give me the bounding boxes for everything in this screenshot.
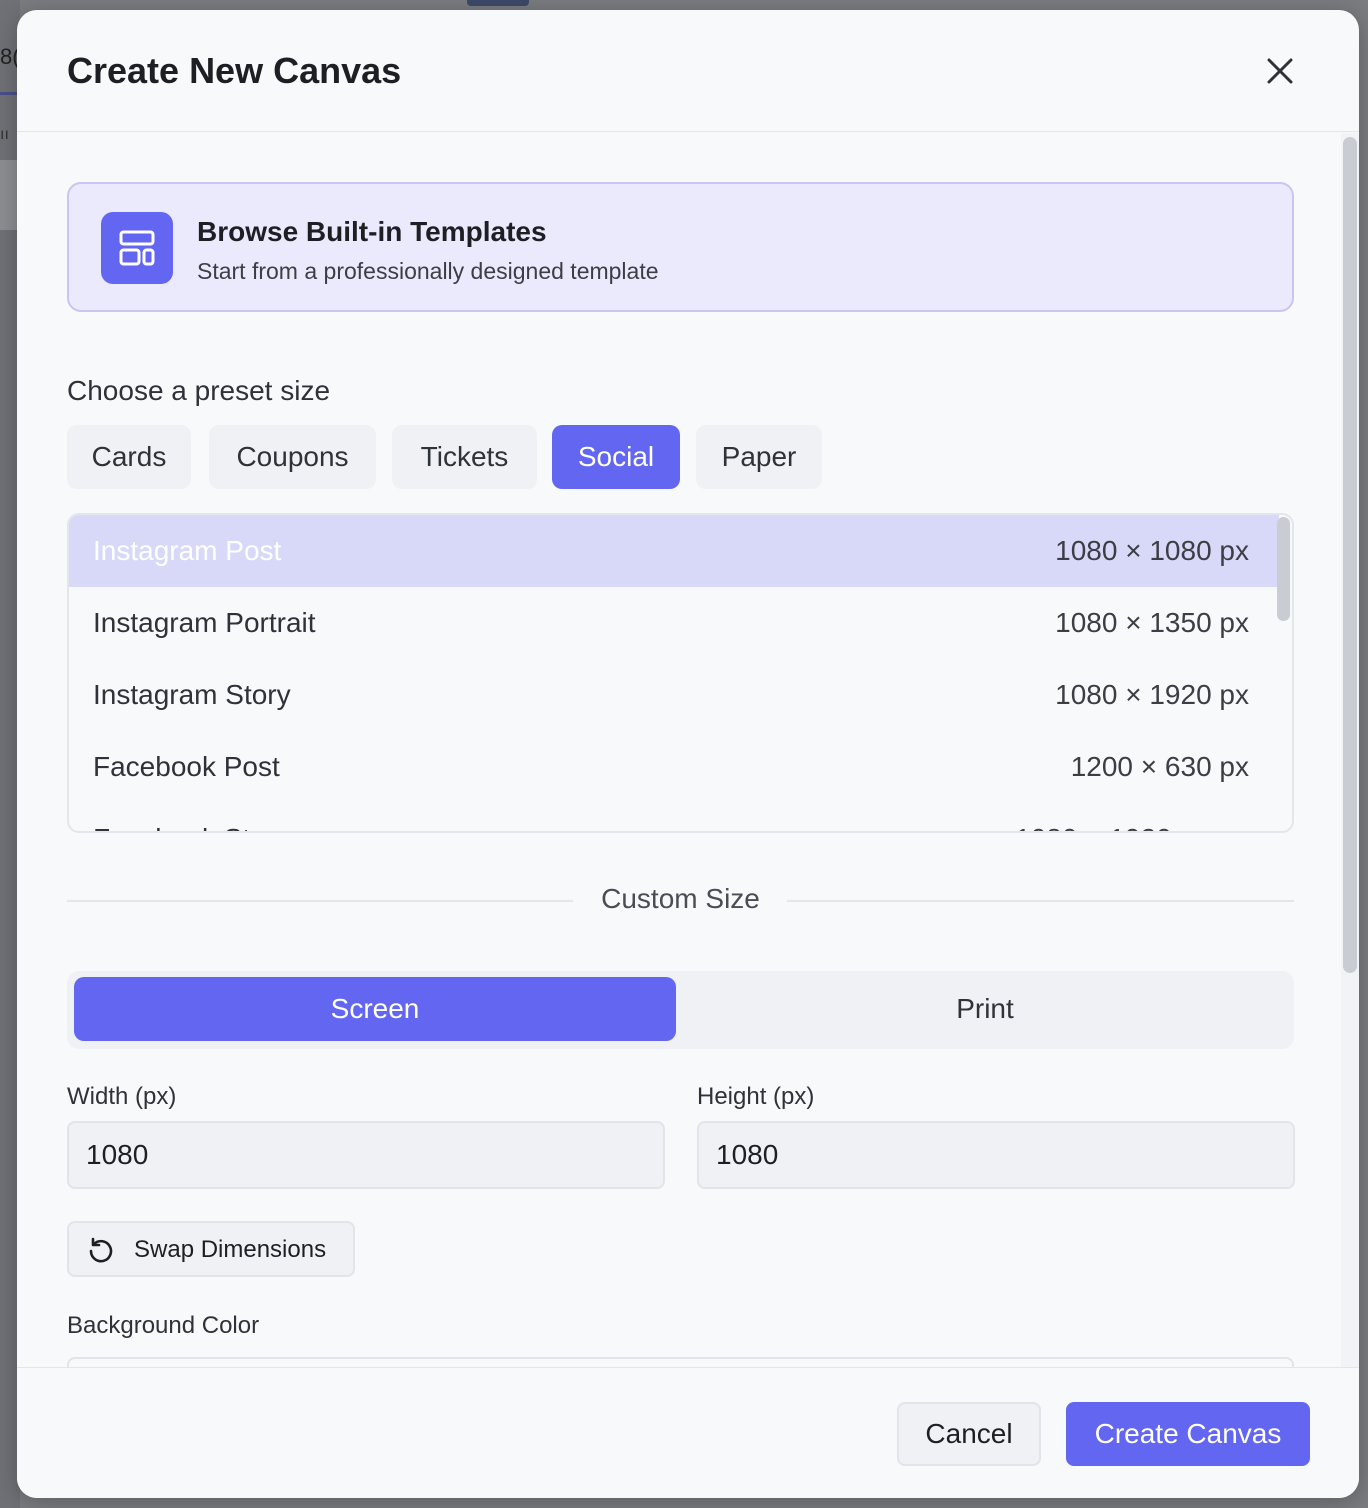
swap-dimensions-button[interactable]: Swap Dimensions [67, 1221, 355, 1277]
preset-section-label: Choose a preset size [67, 375, 331, 406]
preset-name: Instagram Post [93, 535, 282, 566]
preset-item-instagram-post[interactable]: Instagram Post 1080 × 1080 px [69, 515, 1279, 587]
preset-dimensions: 1080 × 1920 px [1015, 823, 1209, 831]
list-scrollbar[interactable] [1277, 517, 1290, 621]
preset-dimensions: 1080 × 1080 px [1055, 535, 1249, 566]
preset-dimensions: 1080 × 1920 px [1055, 679, 1249, 710]
dialog-title: Create New Canvas [67, 50, 402, 91]
browse-templates-card[interactable]: Browse Built-in Templates Start from a p… [67, 182, 1294, 312]
dialog-scrollbar-track [1341, 133, 1359, 1367]
backdrop-tab [467, 0, 529, 6]
dialog-scrollbar-thumb[interactable] [1343, 137, 1357, 973]
unit-mode-toggle: Screen Print [67, 971, 1294, 1049]
rotate-ccw-icon [89, 1237, 113, 1263]
close-button[interactable] [1263, 54, 1297, 88]
tab-coupons[interactable]: Coupons [209, 425, 376, 489]
preset-dimensions: 1080 × 1350 px [1055, 607, 1249, 638]
cancel-button[interactable]: Cancel [897, 1402, 1041, 1466]
preset-name: Facebook Story [93, 823, 289, 831]
swap-dimensions-label: Swap Dimensions [134, 1236, 327, 1263]
preset-name: Facebook Post [93, 751, 280, 782]
preset-name: Instagram Story [93, 679, 291, 710]
dialog-body: Browse Built-in Templates Start from a p… [17, 133, 1359, 1377]
custom-size-divider-label: Custom Size [601, 883, 760, 914]
preset-dimensions: 1200 × 630 px [1070, 751, 1249, 782]
mode-screen-button[interactable]: Screen [74, 977, 676, 1041]
preset-item-facebook-story[interactable]: Facebook Story 1080 × 1920 px [69, 803, 1279, 831]
mode-print-button[interactable]: Print [684, 977, 1286, 1041]
preset-item-facebook-post[interactable]: Facebook Post 1200 × 630 px [69, 731, 1279, 803]
background-color-label: Background Color [67, 1312, 260, 1339]
backdrop-text: ıı [0, 126, 9, 143]
height-label: Height (px) [697, 1083, 815, 1110]
width-input[interactable] [67, 1121, 665, 1189]
dialog-header: Create New Canvas [17, 10, 1359, 132]
preset-item-instagram-portrait[interactable]: Instagram Portrait 1080 × 1350 px [69, 587, 1279, 659]
tab-tickets[interactable]: Tickets [392, 425, 537, 489]
tab-cards[interactable]: Cards [67, 425, 191, 489]
create-canvas-button[interactable]: Create Canvas [1066, 1402, 1310, 1466]
preset-size-list[interactable]: Instagram Post 1080 × 1080 px Instagram … [67, 513, 1294, 833]
templates-subtitle: Start from a professionally designed tem… [197, 258, 659, 284]
layout-template-icon [119, 230, 155, 266]
templates-title: Browse Built-in Templates [197, 216, 547, 247]
width-label: Width (px) [67, 1083, 177, 1110]
preset-item-instagram-story[interactable]: Instagram Story 1080 × 1920 px [69, 659, 1279, 731]
preset-name: Instagram Portrait [93, 607, 316, 638]
dialog-footer: Cancel Create Canvas [17, 1367, 1359, 1498]
tab-social[interactable]: Social [552, 425, 680, 489]
create-canvas-dialog: Create New Canvas Browse Built-in Templa… [17, 10, 1359, 1498]
tab-paper[interactable]: Paper [696, 425, 822, 489]
height-input[interactable] [697, 1121, 1295, 1189]
close-icon [1267, 58, 1293, 84]
template-icon-box [101, 212, 173, 284]
